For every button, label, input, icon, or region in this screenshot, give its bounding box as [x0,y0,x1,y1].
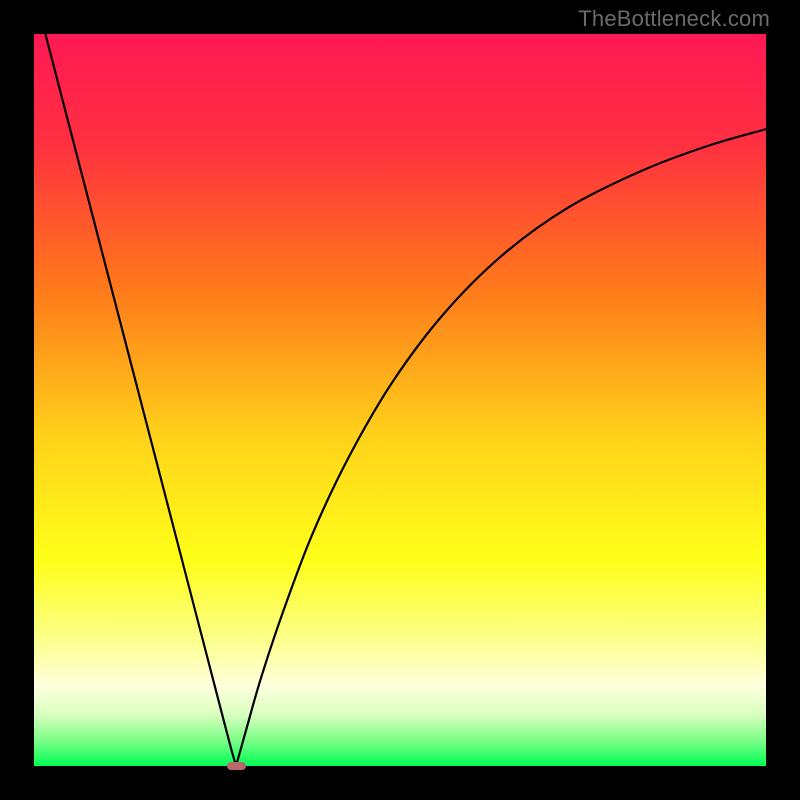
optimal-point-marker [227,762,246,770]
chart-frame: TheBottleneck.com [0,0,800,800]
watermark-text: TheBottleneck.com [578,6,770,32]
bottleneck-curve [34,34,766,766]
plot-area [34,34,766,766]
